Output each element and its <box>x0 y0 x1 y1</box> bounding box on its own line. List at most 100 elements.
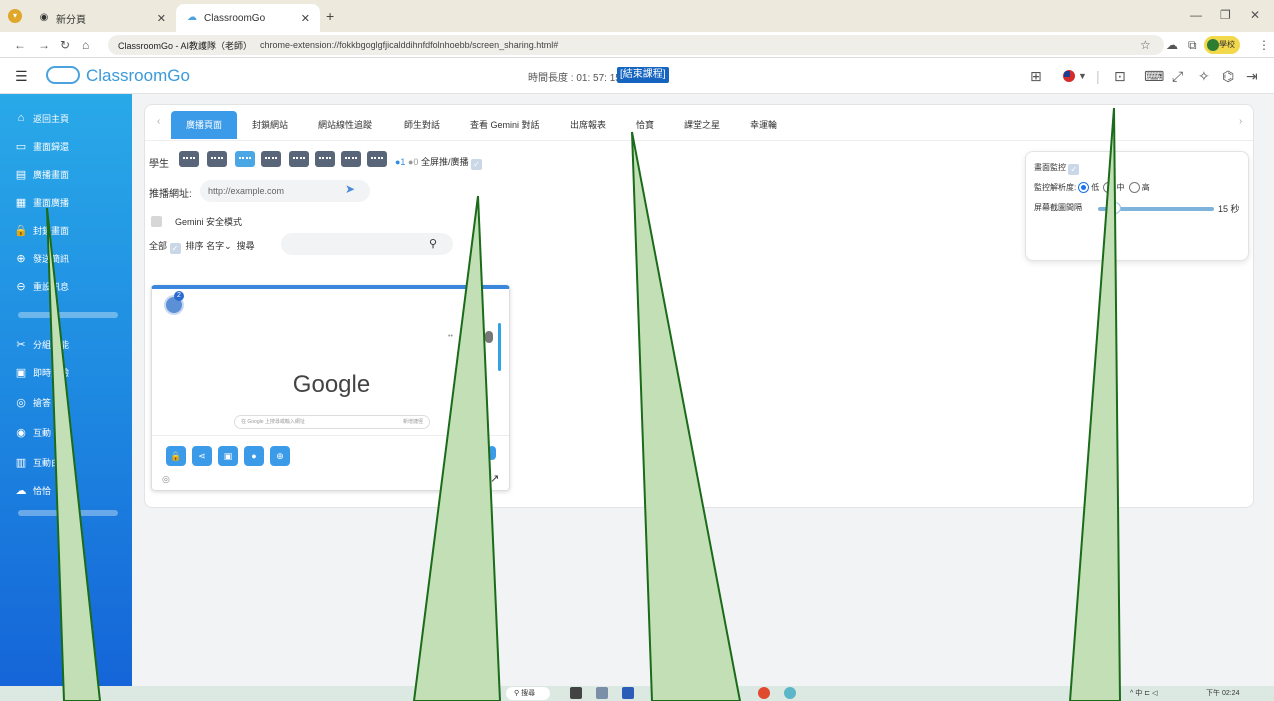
taskbar-app-icon[interactable] <box>596 687 608 699</box>
window-close-icon[interactable]: ✕ <box>1250 8 1260 22</box>
sidebar-item-home[interactable]: ⌂ 返回主頁 <box>14 108 69 128</box>
card-side-handle[interactable] <box>488 446 496 460</box>
close-icon[interactable]: ✕ <box>157 12 166 25</box>
resolution-high-radio[interactable] <box>1128 182 1140 193</box>
taskbar-app-icon[interactable] <box>784 687 796 699</box>
screen-button[interactable]: ▣ <box>218 446 238 466</box>
tab-search-icon[interactable]: ▾ <box>8 9 22 23</box>
gemini-safe-checkbox[interactable] <box>151 216 162 227</box>
new-tab-icon[interactable]: + <box>326 8 334 24</box>
tab-block-sites[interactable]: 封鎖網站 <box>237 111 303 139</box>
tab-class-star[interactable]: 課堂之星 <box>669 111 735 139</box>
screen-broadcast-icon: ▦ <box>15 196 27 209</box>
lock-student-button[interactable]: 🔒 <box>166 446 186 466</box>
monitor-layout-3-icon[interactable] <box>235 151 255 167</box>
chrome-icon: ◉ <box>39 12 49 23</box>
logout-icon[interactable]: ⇥ <box>1246 68 1258 85</box>
browser-tab-newtab[interactable]: ◉ 新分頁 ✕ <box>28 4 176 32</box>
filter-row: 全部 ✓ 排序 名字⌄ 搜尋 <box>149 239 255 254</box>
student-search-input[interactable] <box>281 233 453 255</box>
monitor-checkbox[interactable]: ✓ <box>1068 164 1080 175</box>
send-icon[interactable]: ➤ <box>345 182 355 196</box>
open-external-icon[interactable]: ↗ <box>490 472 499 485</box>
sidebar-item-lock[interactable]: 🔒 封鎖畫面 <box>14 220 69 240</box>
fullscreen-checkbox[interactable]: ✓ <box>470 159 482 170</box>
sidebar-item-screen-return[interactable]: ▭ 畫面歸還 <box>14 136 69 156</box>
monitor-layout-1-icon[interactable] <box>179 151 199 167</box>
chevron-down-icon[interactable]: ⌄ <box>224 241 232 251</box>
sidebar-item-reset[interactable]: ⊖ 重設訊息 <box>14 276 69 296</box>
tab-gemini-chat[interactable]: 查看 Gemini 對話 <box>455 111 555 139</box>
reload-icon[interactable]: ↻ <box>60 38 70 52</box>
sidebar-item-screen-broadcast[interactable]: ▦ 畫面廣播 <box>14 192 69 212</box>
url-site-label: ClassroomGo - AI教護隊（老師） <box>118 40 253 51</box>
menu-more-icon[interactable]: ⋮ <box>1258 38 1270 52</box>
monitor-layout-2-icon[interactable] <box>207 151 227 167</box>
tray-icons[interactable]: ^ 中 ⊏ ◁ <box>1130 688 1157 698</box>
card-status-icon: ◎ <box>162 474 170 484</box>
sidebar-item-whiteboard[interactable]: ▥ 互動白板 <box>14 452 69 472</box>
student-label: 學生 <box>149 159 169 170</box>
sidebar-item-cloud[interactable]: ☁ 恰恰 <box>14 480 52 500</box>
zoom-button[interactable]: ⊕ <box>270 446 290 466</box>
tab-lucky-wheel[interactable]: 幸運輪 <box>735 111 792 139</box>
apps-grid-icon[interactable]: ⊞ <box>1030 68 1042 85</box>
fullscreen-icon[interactable]: ⤢ <box>1172 68 1183 85</box>
taskbar-app-icon[interactable] <box>622 687 634 699</box>
tab-broadcast-page[interactable]: 廣播頁面 <box>171 111 238 139</box>
monitor-layout-6-icon[interactable] <box>315 151 335 167</box>
restore-icon[interactable]: ❐ <box>1220 8 1231 22</box>
pin-icon[interactable]: ✧ <box>1198 68 1210 85</box>
search-label: 搜尋 <box>236 241 255 251</box>
monitor-layout-7-icon[interactable] <box>341 151 361 167</box>
chevron-down-icon[interactable]: ▼ <box>1078 71 1087 81</box>
sidebar-item-label: 廣播畫面 <box>33 169 70 180</box>
search-icon[interactable]: ⚲ <box>429 237 437 250</box>
record-button[interactable]: ● <box>244 446 264 466</box>
profile-button[interactable]: 學校 <box>1204 36 1240 54</box>
chrome-icon[interactable] <box>758 687 770 699</box>
sort-select[interactable]: 名字 <box>206 241 224 251</box>
tabs-scroll-right-icon[interactable]: › <box>1239 116 1242 127</box>
hamburger-menu-icon[interactable]: ☰ <box>15 68 28 85</box>
taskbar-search[interactable]: ⚲ 搜尋 <box>506 687 550 700</box>
home-icon[interactable]: ⌂ <box>82 38 89 52</box>
tab-site-tracking[interactable]: 網站線性追蹤 <box>303 111 387 139</box>
forward-icon[interactable]: → <box>38 38 50 52</box>
back-icon[interactable]: ← <box>14 38 26 52</box>
interval-slider-thumb[interactable] <box>1109 202 1122 214</box>
tab-teacher-chat[interactable]: 師生對話 <box>389 111 455 139</box>
minimize-icon[interactable]: — <box>1190 8 1202 22</box>
sidebar-item-broadcast[interactable]: ▤ 廣播畫面 <box>14 164 69 184</box>
student-screen-card[interactable]: 2 姓名 •• Google 在 Google 上搜尋或輸入網址 新增捷徑 🔒 … <box>151 285 510 491</box>
resolution-mid-radio[interactable] <box>1103 182 1115 193</box>
monitor-layout-4-icon[interactable] <box>261 151 281 167</box>
extension-icon[interactable]: ☁ <box>1166 38 1178 52</box>
logo-icon <box>46 66 80 84</box>
tab-attendance[interactable]: 出席報表 <box>555 111 621 139</box>
select-all-checkbox[interactable]: ✓ <box>169 243 181 254</box>
sidebar-item-interact[interactable]: ◉ 互動 <box>14 422 51 442</box>
qr-code-icon[interactable]: ⊡ <box>1114 68 1126 85</box>
sidebar-item-quiz[interactable]: ▣ 即時測驗 <box>14 362 69 382</box>
sidebar-item-buzzer[interactable]: ◎ 搶答 <box>14 392 51 412</box>
share-button[interactable]: ⋖ <box>192 446 212 466</box>
language-flag-icon[interactable] <box>1063 70 1075 82</box>
taskbar-app-icon[interactable] <box>570 687 582 699</box>
close-icon[interactable]: ✕ <box>301 12 310 25</box>
sidebar-item-label: 搶答 <box>33 397 52 408</box>
monitor-layout-8-icon[interactable] <box>367 151 387 167</box>
graduation-cap-icon[interactable]: ⌬ <box>1222 68 1234 85</box>
resolution-low-radio[interactable] <box>1078 182 1090 193</box>
puzzle-icon[interactable]: ⧉ <box>1188 38 1197 53</box>
end-class-button[interactable]: [結束課程] <box>617 67 669 83</box>
tab-qiabao[interactable]: 恰寶 <box>621 111 669 139</box>
url-field[interactable]: ClassroomGo - AI教護隊（老師） chrome-extension… <box>108 35 1164 55</box>
browser-tab-classroomgo[interactable]: ☁ ClassroomGo ✕ <box>176 4 320 32</box>
sidebar-item-group[interactable]: ✂ 分組功能 <box>14 334 69 354</box>
bookmark-star-icon[interactable]: ☆ <box>1140 38 1151 52</box>
monitor-layout-5-icon[interactable] <box>289 151 309 167</box>
sidebar-item-message[interactable]: ⊕ 發送簡訊 <box>14 248 69 268</box>
tabs-scroll-left-icon[interactable]: ‹ <box>157 116 160 127</box>
keyboard-icon[interactable]: ⌨ <box>1144 68 1164 85</box>
